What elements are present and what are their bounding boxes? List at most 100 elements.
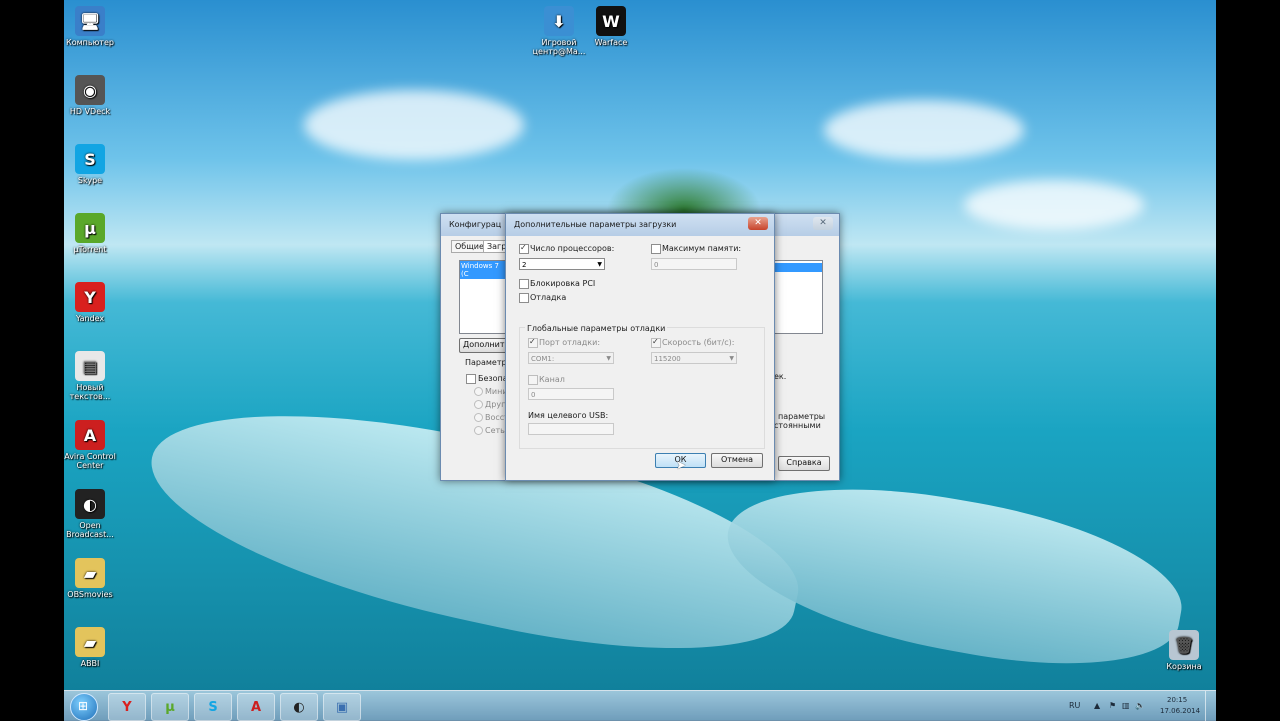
avira-icon: A (75, 420, 105, 450)
show-desktop-button[interactable] (1205, 691, 1216, 721)
desktop-icon[interactable]: µ µTorrent (62, 213, 118, 254)
language-indicator[interactable]: RU (1069, 701, 1080, 710)
windows-logo-icon: ⊞ (78, 699, 89, 713)
text-file-icon: ▤ (75, 351, 105, 381)
advanced-boot-options-dialog: Дополнительные параметры загрузки ✕ Числ… (505, 213, 775, 481)
obs-icon: ◐ (75, 489, 105, 519)
window-title: Конфигурац (449, 220, 502, 229)
channel-value: 0 (531, 391, 536, 399)
recycle-bin-icon: 🗑 (1169, 630, 1199, 660)
desktop-icon[interactable]: ◐ Open Broadcast... (62, 489, 118, 539)
start-button[interactable]: ⊞ (70, 693, 98, 721)
channel-spinner[interactable]: 0 (528, 388, 614, 400)
desktop-icon-label: Warface (594, 38, 628, 47)
cloud (964, 180, 1144, 230)
desktop-icon-label: OBSmovies (67, 590, 113, 599)
tray-arrow-icon[interactable]: ▲ (1094, 701, 1100, 710)
desktop-icon[interactable]: A Avira Control Center (62, 420, 118, 470)
desktop-icon-label: Open Broadcast... (66, 521, 114, 539)
desktop-icon-label: Компьютер (66, 38, 114, 47)
taskbar: ⊞ Yµ S A ◐ ▣ RU ▲ ⚑ ▥ 🔈 20:15 17.06.2014 (64, 690, 1216, 721)
skype-icon: S (75, 144, 105, 174)
radio-repair[interactable] (474, 413, 483, 422)
description-text: параметры (778, 412, 826, 421)
os-list-right (774, 260, 823, 334)
skype-taskbar[interactable]: S (194, 693, 232, 721)
cancel-button[interactable]: Отмена (711, 453, 763, 468)
max-memory-spinner[interactable]: 0 (651, 258, 737, 270)
os-list-item[interactable]: Windows 7 (C (460, 261, 506, 279)
desktop-icon-recycle-bin[interactable]: 🗑 Корзина (1156, 630, 1212, 671)
desktop-icon-label: ABBI (80, 659, 100, 668)
baud-rate-select[interactable]: 115200 ▼ (651, 352, 737, 364)
debug-checkbox[interactable] (519, 293, 529, 303)
debug-port-select[interactable]: COM1: ▼ (528, 352, 614, 364)
radio-minimal[interactable] (474, 387, 483, 396)
help-button[interactable]: Справка (778, 456, 830, 471)
msconfig-taskbar[interactable]: ▣ (323, 693, 361, 721)
close-button[interactable]: ✕ (813, 217, 833, 230)
baud-rate-checkbox[interactable] (651, 337, 661, 348)
cloud (304, 90, 524, 160)
max-memory-value: 0 (654, 261, 659, 269)
max-memory-checkbox[interactable] (651, 244, 661, 254)
cloud (824, 100, 1024, 160)
desktop-icon[interactable]: ▰ ABBI (62, 627, 118, 668)
cpu-count-checkbox[interactable] (519, 243, 529, 254)
desktop-icon[interactable]: ◉ HD VDeck (62, 75, 118, 116)
radio-network[interactable] (474, 426, 483, 435)
debug-port-checkbox[interactable] (528, 337, 538, 348)
desktop-icon[interactable]: 🖥 Компьютер (62, 6, 118, 47)
close-button[interactable]: ✕ (748, 217, 768, 230)
network-icon[interactable]: ▥ (1122, 701, 1130, 710)
desktop-icon-label: Yandex (75, 314, 105, 323)
cpu-count-select[interactable]: 2 ▼ (519, 258, 605, 270)
description-text: ек. (774, 372, 787, 381)
yandex-taskbar[interactable]: Y (108, 693, 146, 721)
usb-target-input[interactable] (528, 423, 614, 435)
radio-label: Сеть (485, 426, 505, 435)
volume-icon[interactable]: 🔈 (1135, 701, 1145, 710)
advanced-options-button[interactable]: Дополнител (459, 338, 515, 353)
cpu-count-label: Число процессоров: (530, 244, 615, 253)
desktop-icon-warface[interactable]: W Warface (583, 6, 639, 47)
dialog-title: Дополнительные параметры загрузки (514, 220, 677, 229)
desktop-icon-game-center[interactable]: ⬇ Игровой центр@Ма... (531, 6, 587, 56)
clock-date[interactable]: 17.06.2014 (1160, 707, 1200, 715)
obs-taskbar[interactable]: ◐ (280, 693, 318, 721)
desktop-icon-label: Корзина (1166, 662, 1202, 671)
desktop-icon[interactable]: S Skype (62, 144, 118, 185)
hd-vdeck-icon: ◉ (75, 75, 105, 105)
desktop-icon-label: Игровой центр@Ма... (532, 38, 586, 56)
yandex-icon: Y (75, 282, 105, 312)
desktop-icon-label: µTorrent (73, 245, 107, 254)
cpu-count-value: 2 (522, 261, 527, 269)
chevron-down-icon: ▼ (729, 355, 734, 362)
baud-rate-value: 115200 (654, 355, 681, 363)
debug-port-value: COM1: (531, 355, 555, 363)
utorrent-icon: µ (75, 213, 105, 243)
avira-taskbar[interactable]: A (237, 693, 275, 721)
desktop-icon-label: Новый текстов... (69, 383, 111, 401)
desktop-icon[interactable]: Y Yandex (62, 282, 118, 323)
debug-port-label: Порт отладки: (539, 338, 601, 347)
radio-alternate[interactable] (474, 400, 483, 409)
pci-lock-label: Блокировка PCI (530, 279, 596, 288)
warface-icon: W (596, 6, 626, 36)
desktop-icon[interactable]: ▤ Новый текстов... (62, 351, 118, 401)
pci-lock-checkbox[interactable] (519, 279, 529, 289)
action-center-icon[interactable]: ⚑ (1109, 701, 1116, 710)
utorrent-taskbar[interactable]: µ (151, 693, 189, 721)
dialog-titlebar: Дополнительные параметры загрузки ✕ (506, 214, 774, 236)
desktop-icon[interactable]: ▰ OBSmovies (62, 558, 118, 599)
safe-boot-checkbox[interactable] (466, 374, 476, 384)
max-memory-label: Максимум памяти: (662, 244, 742, 253)
folder-icon: ▰ (75, 627, 105, 657)
desktop-icon-label: Avira Control Center (64, 452, 116, 470)
channel-checkbox[interactable] (528, 375, 538, 385)
clock-time[interactable]: 20:15 (1167, 696, 1187, 704)
game-center-icon: ⬇ (544, 6, 574, 36)
debug-label: Отладка (530, 293, 567, 302)
os-list[interactable]: Windows 7 (C (459, 260, 507, 334)
channel-label: Канал (539, 375, 565, 384)
